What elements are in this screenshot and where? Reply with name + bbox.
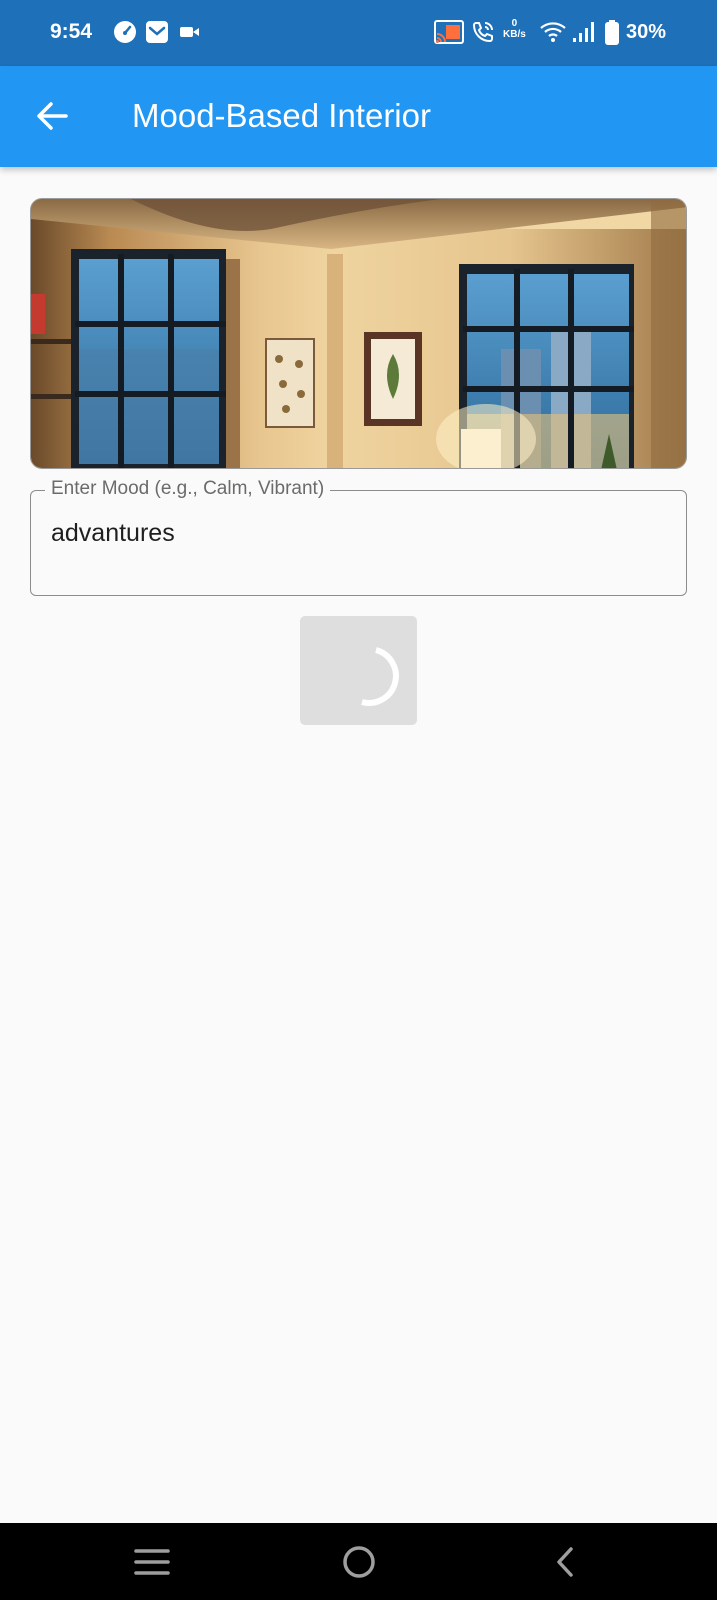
- speedometer-icon: [114, 21, 136, 43]
- nav-back-button[interactable]: [543, 1539, 589, 1585]
- video-camera-icon: [180, 27, 199, 37]
- battery-icon: [605, 20, 619, 45]
- home-icon: [343, 1546, 375, 1578]
- back-button[interactable]: [26, 90, 78, 142]
- room-photo: [31, 199, 686, 468]
- generate-button[interactable]: [300, 616, 417, 725]
- interior-image: [30, 198, 687, 469]
- recent-apps-button[interactable]: [129, 1539, 175, 1585]
- battery-percentage: 30%: [626, 21, 667, 43]
- wifi-call-icon: [472, 22, 493, 43]
- loading-spinner-icon: [361, 647, 399, 706]
- mood-field[interactable]: Enter Mood (e.g., Calm, Vibrant): [30, 478, 687, 596]
- app-bar: Mood-Based Interior: [0, 66, 717, 167]
- page-title: Mood-Based Interior: [132, 97, 431, 134]
- mood-input[interactable]: [51, 519, 651, 548]
- signal-icon: [573, 22, 594, 42]
- wifi-icon: [540, 22, 566, 42]
- network-speed: 0 KB/s: [503, 18, 526, 40]
- status-bar: 9:54 0 KB/s 30%: [0, 0, 717, 66]
- recent-apps-icon: [134, 1549, 170, 1575]
- cast-icon: [434, 20, 464, 44]
- arrow-back-icon: [37, 102, 68, 130]
- status-time: 9:54: [50, 20, 93, 43]
- mood-field-label: Enter Mood (e.g., Calm, Vibrant): [45, 478, 331, 500]
- navigation-bar: [0, 1523, 717, 1600]
- home-button[interactable]: [336, 1539, 382, 1585]
- back-icon: [557, 1547, 573, 1577]
- mail-icon: [146, 21, 168, 43]
